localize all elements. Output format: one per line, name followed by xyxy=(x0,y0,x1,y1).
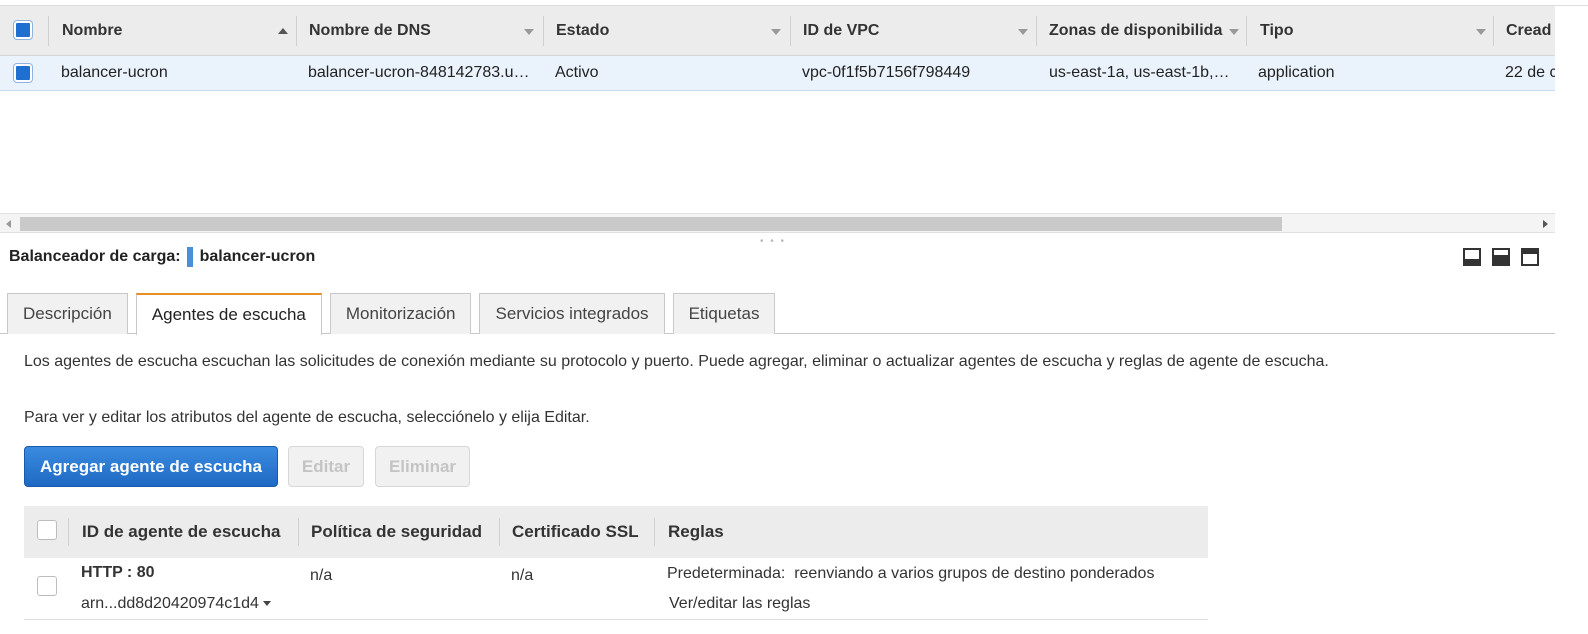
cell-zones: us-east-1a, us-east-1b,… xyxy=(1049,64,1230,81)
column-header-state[interactable]: Estado xyxy=(556,6,766,55)
cell-dns: balancer-ucron-848142783.u… xyxy=(308,64,530,81)
sort-icon[interactable] xyxy=(1229,29,1239,35)
column-header-zones[interactable]: Zonas de disponibilida xyxy=(1049,6,1226,55)
tab-listeners[interactable]: Agentes de escucha xyxy=(135,293,322,335)
tab-tags[interactable]: Etiquetas xyxy=(672,293,776,334)
scroll-left-icon[interactable] xyxy=(6,220,11,228)
layout-top-icon[interactable] xyxy=(1521,248,1539,266)
scroll-right-icon[interactable] xyxy=(1543,220,1548,228)
sort-icon[interactable] xyxy=(524,29,534,35)
cell-created: 22 de c xyxy=(1505,64,1555,81)
column-header-listener-id: ID de agente de escucha xyxy=(82,522,281,541)
layout-bottom-icon[interactable] xyxy=(1463,248,1481,266)
sort-ascending-icon[interactable] xyxy=(278,28,288,34)
cell-vpc: vpc-0f1f5b7156f798449 xyxy=(802,64,971,81)
table-row[interactable]: balancer-ucron balancer-ucron-848142783.… xyxy=(0,56,1588,91)
column-header-dns[interactable]: Nombre de DNS xyxy=(309,6,519,55)
cell-state: Activo xyxy=(555,64,599,81)
tab-description[interactable]: Descripción xyxy=(7,293,128,334)
layout-split-icon[interactable] xyxy=(1492,248,1510,266)
column-header-security-policy: Política de seguridad xyxy=(311,522,482,541)
listener-ssl-certificate: n/a xyxy=(511,567,534,584)
selection-marker-icon xyxy=(186,247,193,267)
horizontal-scrollbar[interactable] xyxy=(0,213,1555,233)
detail-tabs: Descripción Agentes de escucha Monitoriz… xyxy=(7,293,783,335)
pane-layout-controls xyxy=(1463,248,1539,266)
listener-arn[interactable]: arn...dd8d20420974c1d4 xyxy=(81,595,271,613)
column-header-ssl-certificate: Certificado SSL xyxy=(512,522,639,541)
row-checkbox[interactable] xyxy=(14,64,32,82)
column-header-rules: Reglas xyxy=(668,522,724,541)
table-header: ID de agente de escucha Política de segu… xyxy=(24,506,1208,558)
listeners-edit-hint: Para ver y editar los atributos del agen… xyxy=(24,409,590,426)
table-header: Nombre Nombre de DNS Estado ID de VPC Zo… xyxy=(0,6,1588,56)
listener-row-checkbox[interactable] xyxy=(37,576,57,596)
listener-protocol-port: HTTP : 80 xyxy=(81,564,155,581)
column-header-vpc[interactable]: ID de VPC xyxy=(803,6,1013,55)
sort-icon[interactable] xyxy=(1018,29,1028,35)
right-gutter xyxy=(1555,6,1588,234)
resize-grip-icon[interactable]: • • • xyxy=(760,236,786,247)
chevron-down-icon[interactable] xyxy=(262,601,271,607)
column-header-created[interactable]: Cread xyxy=(1506,6,1555,55)
tab-monitoring[interactable]: Monitorización xyxy=(329,293,472,334)
delete-button[interactable]: Eliminar xyxy=(375,446,470,487)
cell-name: balancer-ucron xyxy=(61,64,168,81)
select-all-checkbox[interactable] xyxy=(14,21,32,39)
column-header-name[interactable]: Nombre xyxy=(62,6,292,55)
detail-title: Balanceador de carga: balancer-ucron xyxy=(9,247,316,267)
listener-default-rule: Predeterminada: reenviando a varios grup… xyxy=(667,565,1155,582)
edit-button[interactable]: Editar xyxy=(288,446,364,487)
sort-icon[interactable] xyxy=(771,29,781,35)
tab-integrated-services[interactable]: Servicios integrados xyxy=(479,293,665,334)
scrollbar-thumb[interactable] xyxy=(20,217,1282,231)
add-listener-button[interactable]: Agregar agente de escucha xyxy=(24,446,278,487)
listeners-intro-text: Los agentes de escucha escuchan las soli… xyxy=(24,353,1329,370)
table-row[interactable]: HTTP : 80 arn...dd8d20420974c1d4 n/a n/a… xyxy=(24,558,1208,620)
listener-security-policy: n/a xyxy=(310,567,333,584)
sort-icon[interactable] xyxy=(1476,29,1486,35)
view-edit-rules-link[interactable]: Ver/editar las reglas xyxy=(669,595,810,613)
cell-type: application xyxy=(1258,64,1335,81)
select-all-listeners-checkbox[interactable] xyxy=(37,520,57,540)
column-header-type[interactable]: Tipo xyxy=(1260,6,1460,55)
